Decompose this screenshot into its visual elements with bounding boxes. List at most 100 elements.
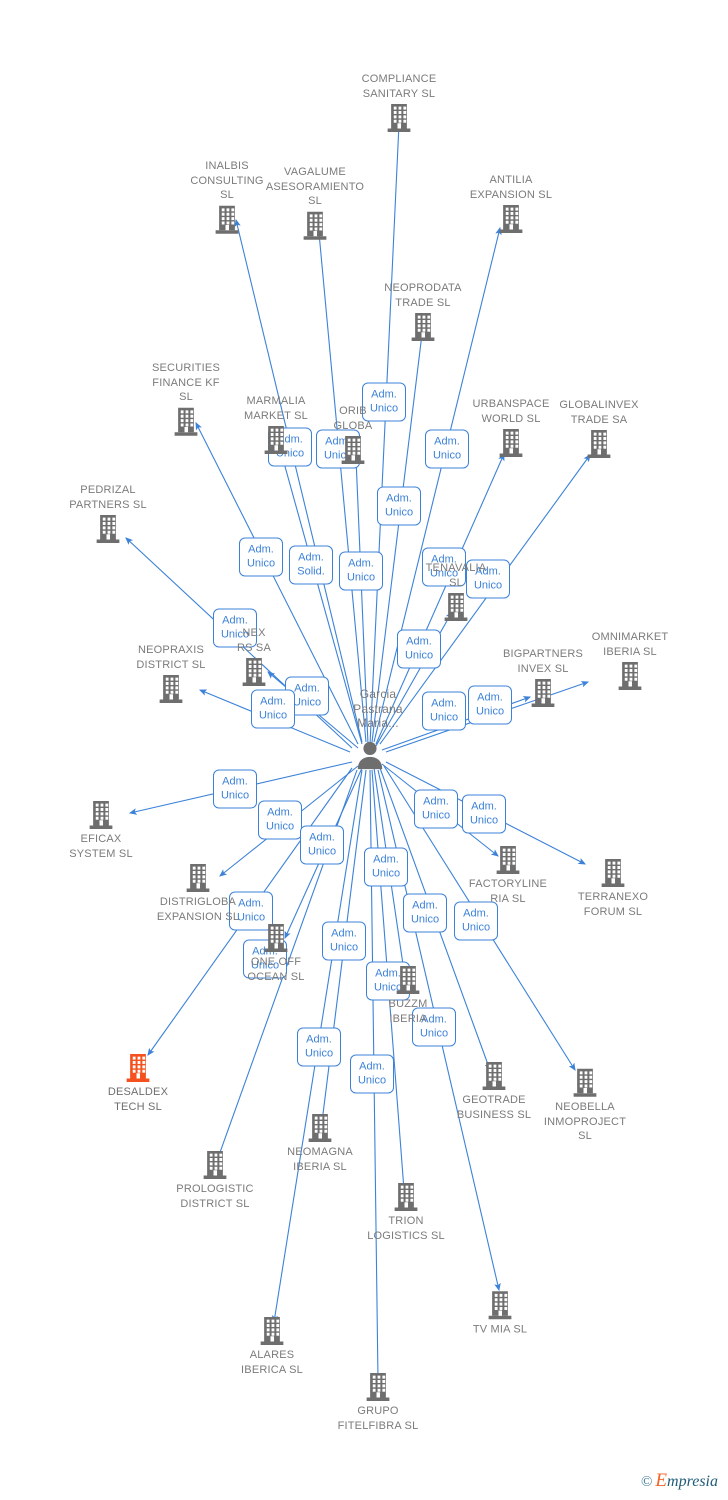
node-eficax-system[interactable]: EFICAX SYSTEM SL [41,799,161,861]
brand-initial: E [655,1470,668,1491]
building-icon[interactable] [216,922,336,954]
center-person-label-wrap: Garcia Pastrana Maria... [318,686,438,731]
building-icon[interactable] [255,209,375,241]
building-icon[interactable] [155,1149,275,1181]
building-icon [618,662,642,690]
node-alares-iberica[interactable]: ALARES IBERICA SL [212,1315,332,1377]
person-icon[interactable] [310,740,430,770]
relation-badge-badge-25[interactable]: Adm. Unico [454,901,498,941]
node-label-desaldex-tech: DESALDEX TECH SL [107,1086,169,1113]
building-icon[interactable] [363,311,483,343]
building-icon[interactable] [539,428,659,460]
relation-badge-badge-12[interactable]: Adm. Unico [397,629,441,669]
node-globalinvex-trade[interactable]: GLOBALINVEX TRADE SA [539,398,659,460]
relation-badge-badge-31[interactable]: Adm. Unico [350,1054,394,1094]
building-icon[interactable] [48,513,168,545]
node-label-vagalume-asesoramiento: VAGALUME ASESORAMIENTO SL [265,165,365,207]
building-icon [482,1062,506,1090]
relation-badge-badge-21[interactable]: Adm. Unico [300,825,344,865]
building-icon [215,205,239,234]
node-pedrizal-partners[interactable]: PEDRIZAL PARTNERS SL [48,483,168,545]
building-icon [531,679,555,707]
building-icon [308,1114,332,1142]
building-icon[interactable] [138,862,258,894]
building-icon [242,658,266,686]
building-icon [601,859,625,887]
relation-badge-badge-22[interactable]: Adm. Unico [364,847,408,887]
building-icon [89,801,113,829]
building-icon[interactable] [570,660,690,692]
node-center-person[interactable] [310,740,430,770]
node-label-distrigloba-expansion: DISTRIGLOBA EXPANSION SL [156,896,240,923]
building-icon [264,426,288,454]
node-label-globalinvex-trade: GLOBALINVEX TRADE SA [559,399,639,426]
building-icon [159,675,183,703]
building-icon [174,407,198,436]
building-icon [186,864,210,892]
brand-name: mpresia [667,1473,718,1490]
node-compliance-sanitary[interactable]: COMPLIANCE SANITARY SL [339,72,459,134]
node-neobella-inmoproject[interactable]: NEOBELLA INMOPROJECT SL [525,1067,645,1144]
relation-badge-badge-6[interactable]: Adm. Unico [239,537,283,577]
building-icon [444,593,468,621]
node-label-one-off-ocean: ONE OFF OCEAN SL [247,956,305,983]
network-diagram-canvas: Adm. Unico Adm. Unico Adm. Unico Adm. Unico… [0,0,728,1500]
node-label-neoprodata-trade: NEOPRODATA TRADE SL [384,282,462,309]
relation-badge-badge-14[interactable]: Adm. Unico [251,689,295,729]
node-antilia-expansion[interactable]: ANTILIA EXPANSION SL [451,173,571,235]
person-icon [357,741,383,770]
node-trion-logistics[interactable]: TRION LOGISTICS SL [346,1181,466,1243]
building-icon [260,1317,284,1345]
node-tenavalia[interactable]: TENAVALIA SL [396,561,516,623]
building-icon[interactable] [212,1315,332,1347]
node-label-factoryline-iberia: FACTORYLINE RIA SL [468,878,548,905]
node-label-trion-logistics: TRION LOGISTICS SL [367,1215,445,1242]
building-icon[interactable] [318,1371,438,1403]
node-prologistic-district[interactable]: PROLOGISTIC DISTRICT SL [155,1149,275,1211]
relation-badge-badge-5[interactable]: Adm. Unico [377,486,421,526]
relation-badge-badge-17[interactable]: Adm. Unico [213,769,257,809]
building-icon[interactable] [260,1112,380,1144]
node-buzzmedia-iberia[interactable]: BUZZM IBERIA [348,964,468,1026]
building-icon[interactable] [346,1181,466,1213]
building-icon[interactable] [293,434,413,466]
building-icon[interactable] [448,844,568,876]
relation-badge-badge-19[interactable]: Adm. Unico [414,789,458,829]
node-vagalume-asesoramiento[interactable]: VAGALUME ASESORAMIENTO SL [255,165,375,242]
building-icon[interactable] [348,964,468,996]
building-icon[interactable] [525,1067,645,1099]
node-label-antilia-expansion: ANTILIA EXPANSION SL [469,174,553,201]
building-icon[interactable] [396,591,516,623]
relation-badge-badge-18[interactable]: Adm. Unico [258,800,302,840]
building-icon[interactable] [451,203,571,235]
node-oribe-global[interactable]: ORIB GLOBA [293,404,413,466]
node-distrigloba-expansion[interactable]: DISTRIGLOBA EXPANSION SL [138,862,258,924]
building-icon [96,515,120,543]
relation-badge-badge-8[interactable]: Adm. Unico [339,551,383,591]
building-icon[interactable] [440,1289,560,1321]
building-icon[interactable] [553,857,673,889]
node-omnimarket-iberia[interactable]: OMNIMARKET IBERIA SL [570,630,690,692]
relation-badge-badge-24[interactable]: Adm. Unico [403,893,447,933]
node-tv-mia[interactable]: TV MIA SL [440,1289,560,1337]
relation-badge-badge-30[interactable]: Adm. Unico [297,1027,341,1067]
relation-badge-badge-20[interactable]: Adm. Unico [462,794,506,834]
edge-center-to-vagalume-asesoramiento [315,220,367,743]
relation-badge-badge-7[interactable]: Adm. Solid. [289,545,333,585]
node-neomagna-iberia[interactable]: NEOMAGNA IBERIA SL [260,1112,380,1174]
building-icon[interactable] [41,799,161,831]
building-icon[interactable] [78,1052,198,1084]
building-icon [587,430,611,458]
empresia-watermark: © Empresia [641,1470,718,1492]
node-neoprodata-trade[interactable]: NEOPRODATA TRADE SL [363,281,483,343]
node-label-tenavalia: TENAVALIA SL [425,562,487,589]
node-neopraxis-district[interactable]: NEOPRAXIS DISTRICT SL [111,643,231,705]
building-icon[interactable] [339,102,459,134]
node-factoryline-iberia[interactable]: FACTORYLINE RIA SL [448,844,568,906]
node-one-off-ocean[interactable]: ONE OFF OCEAN SL [216,922,336,984]
building-icon[interactable] [111,673,231,705]
node-grupo-fitelfibra[interactable]: GRUPO FITELFIBRA SL [318,1371,438,1433]
node-label-prologistic-district: PROLOGISTIC DISTRICT SL [176,1183,254,1210]
node-terranexo-forum[interactable]: TERRANEXO FORUM SL [553,857,673,919]
node-desaldex-tech[interactable]: DESALDEX TECH SL [78,1052,198,1114]
